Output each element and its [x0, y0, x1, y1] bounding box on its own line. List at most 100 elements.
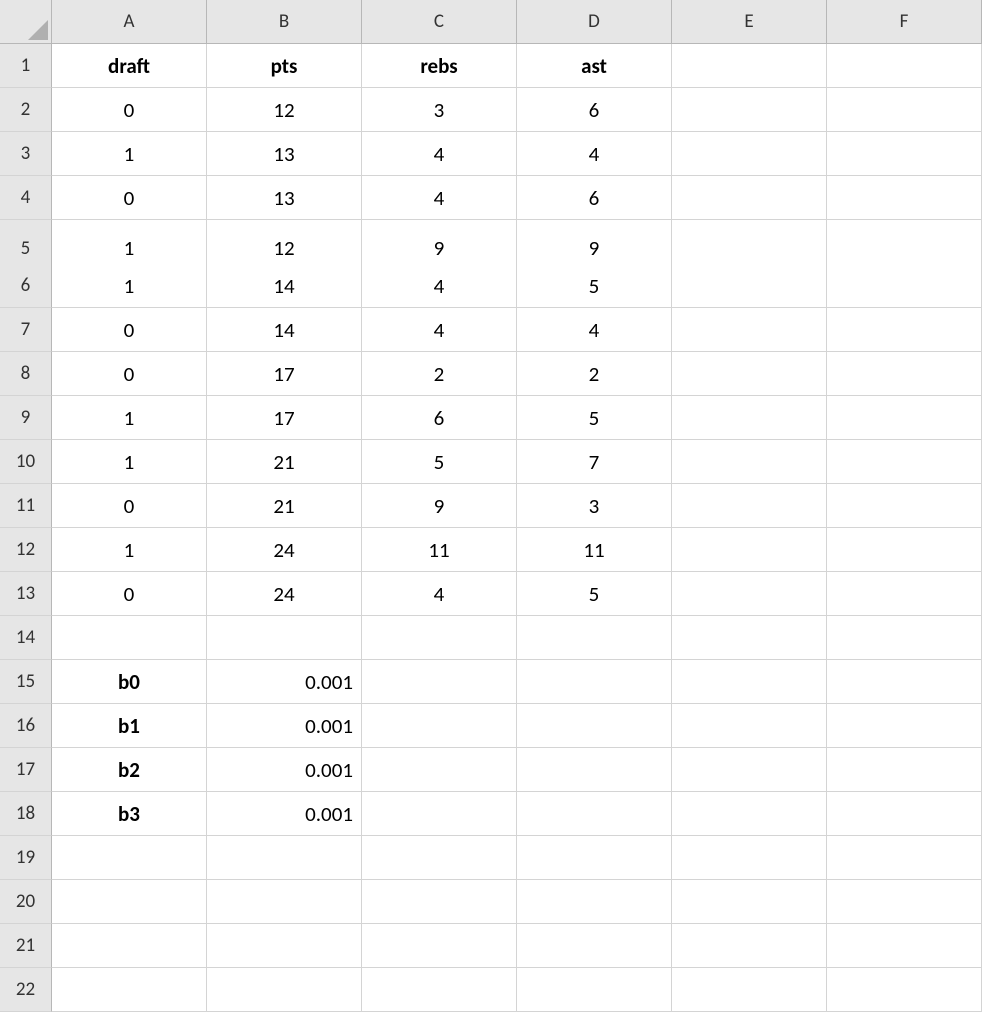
cell-D16[interactable]	[517, 704, 672, 748]
cell-D2[interactable]: 6	[517, 88, 672, 132]
select-all-corner[interactable]	[0, 0, 52, 44]
cell-D18[interactable]	[517, 792, 672, 836]
row-header-9[interactable]: 9	[0, 396, 52, 440]
row-header-11[interactable]: 11	[0, 484, 52, 528]
cell-F18[interactable]	[827, 792, 982, 836]
column-header-E[interactable]: E	[672, 0, 827, 44]
cell-E9[interactable]	[672, 396, 827, 440]
cell-B1[interactable]: pts	[207, 44, 362, 88]
cell-E15[interactable]	[672, 660, 827, 704]
cell-E4[interactable]	[672, 176, 827, 220]
cell-A12[interactable]: 1	[52, 528, 207, 572]
cell-C21[interactable]	[362, 924, 517, 968]
row-header-20[interactable]: 20	[0, 880, 52, 924]
row-header-1[interactable]: 1	[0, 44, 52, 88]
cell-A14[interactable]	[52, 616, 207, 660]
cell-D15[interactable]	[517, 660, 672, 704]
cell-B15[interactable]: 0.001	[207, 660, 362, 704]
cell-C11[interactable]: 9	[362, 484, 517, 528]
cell-A4[interactable]: 0	[52, 176, 207, 220]
row-header-22[interactable]: 22	[0, 968, 52, 1012]
cell-C15[interactable]	[362, 660, 517, 704]
cell-B22[interactable]	[207, 968, 362, 1012]
column-header-C[interactable]: C	[362, 0, 517, 44]
cell-A8[interactable]: 0	[52, 352, 207, 396]
cell-E7[interactable]	[672, 308, 827, 352]
cell-F7[interactable]	[827, 308, 982, 352]
cell-E18[interactable]	[672, 792, 827, 836]
row-header-3[interactable]: 3	[0, 132, 52, 176]
cell-C22[interactable]	[362, 968, 517, 1012]
cell-B21[interactable]	[207, 924, 362, 968]
cell-E6[interactable]	[672, 264, 827, 308]
cell-A16[interactable]: b1	[52, 704, 207, 748]
cell-C18[interactable]	[362, 792, 517, 836]
cell-B8[interactable]: 17	[207, 352, 362, 396]
cell-C14[interactable]	[362, 616, 517, 660]
cell-B11[interactable]: 21	[207, 484, 362, 528]
cell-E8[interactable]	[672, 352, 827, 396]
cell-D21[interactable]	[517, 924, 672, 968]
cell-E1[interactable]	[672, 44, 827, 88]
cell-C20[interactable]	[362, 880, 517, 924]
cell-F10[interactable]	[827, 440, 982, 484]
cell-F14[interactable]	[827, 616, 982, 660]
column-header-B[interactable]: B	[207, 0, 362, 44]
cell-B7[interactable]: 14	[207, 308, 362, 352]
cell-A10[interactable]: 1	[52, 440, 207, 484]
cell-D12[interactable]: 11	[517, 528, 672, 572]
row-header-12[interactable]: 12	[0, 528, 52, 572]
cell-D9[interactable]: 5	[517, 396, 672, 440]
cell-F3[interactable]	[827, 132, 982, 176]
cell-F6[interactable]	[827, 264, 982, 308]
cell-A13[interactable]: 0	[52, 572, 207, 616]
row-header-4[interactable]: 4	[0, 176, 52, 220]
cell-B9[interactable]: 17	[207, 396, 362, 440]
row-header-2[interactable]: 2	[0, 88, 52, 132]
cell-B20[interactable]	[207, 880, 362, 924]
cell-B14[interactable]	[207, 616, 362, 660]
cell-C13[interactable]: 4	[362, 572, 517, 616]
cell-C8[interactable]: 2	[362, 352, 517, 396]
cell-D17[interactable]	[517, 748, 672, 792]
cell-D22[interactable]	[517, 968, 672, 1012]
cell-E12[interactable]	[672, 528, 827, 572]
cell-C10[interactable]: 5	[362, 440, 517, 484]
cell-C12[interactable]: 11	[362, 528, 517, 572]
cell-A9[interactable]: 1	[52, 396, 207, 440]
row-header-21[interactable]: 21	[0, 924, 52, 968]
cell-D3[interactable]: 4	[517, 132, 672, 176]
cell-D19[interactable]	[517, 836, 672, 880]
cell-B6[interactable]: 14	[207, 264, 362, 308]
cell-A19[interactable]	[52, 836, 207, 880]
cell-A3[interactable]: 1	[52, 132, 207, 176]
cell-D8[interactable]: 2	[517, 352, 672, 396]
cell-A1[interactable]: draft	[52, 44, 207, 88]
cell-A11[interactable]: 0	[52, 484, 207, 528]
cell-C17[interactable]	[362, 748, 517, 792]
cell-E19[interactable]	[672, 836, 827, 880]
row-header-10[interactable]: 10	[0, 440, 52, 484]
cell-F11[interactable]	[827, 484, 982, 528]
cell-E10[interactable]	[672, 440, 827, 484]
cell-C9[interactable]: 6	[362, 396, 517, 440]
cell-B17[interactable]: 0.001	[207, 748, 362, 792]
cell-D13[interactable]: 5	[517, 572, 672, 616]
cell-A2[interactable]: 0	[52, 88, 207, 132]
cell-B16[interactable]: 0.001	[207, 704, 362, 748]
cell-F2[interactable]	[827, 88, 982, 132]
cell-D10[interactable]: 7	[517, 440, 672, 484]
cell-B19[interactable]	[207, 836, 362, 880]
cell-B12[interactable]: 24	[207, 528, 362, 572]
cell-F12[interactable]	[827, 528, 982, 572]
cell-F9[interactable]	[827, 396, 982, 440]
column-header-D[interactable]: D	[517, 0, 672, 44]
cell-F8[interactable]	[827, 352, 982, 396]
cell-F4[interactable]	[827, 176, 982, 220]
cell-C19[interactable]	[362, 836, 517, 880]
cell-A15[interactable]: b0	[52, 660, 207, 704]
cell-E17[interactable]	[672, 748, 827, 792]
cell-F22[interactable]	[827, 968, 982, 1012]
cell-E3[interactable]	[672, 132, 827, 176]
row-header-8[interactable]: 8	[0, 352, 52, 396]
